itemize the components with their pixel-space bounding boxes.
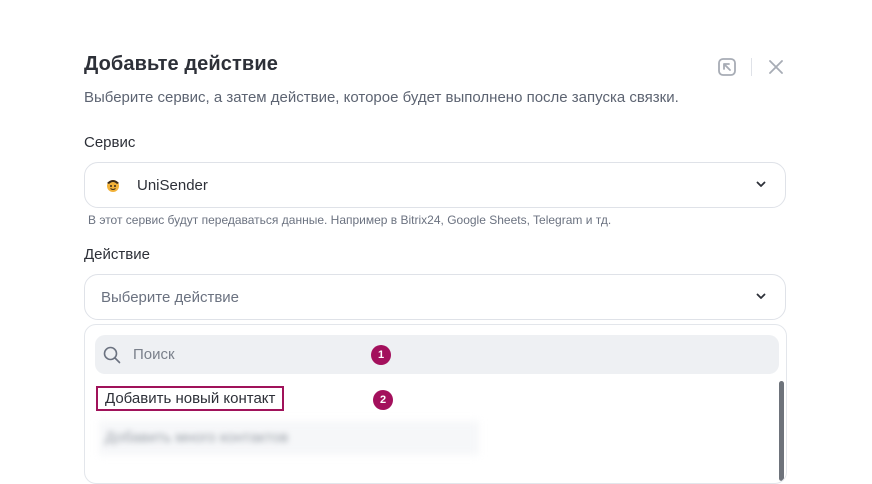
unisender-logo-icon [107,180,119,192]
option-add-new-contact[interactable]: Добавить новый контакт [96,386,285,411]
service-label: Сервис [84,134,136,151]
collapse-icon [718,58,736,76]
chevron-down-icon [756,181,766,187]
add-action-dialog: Добавьте действие Выберите сервис, а зат… [0,0,872,484]
dialog-subtitle: Выберите сервис, а затем действие, котор… [84,89,679,106]
search-box[interactable] [95,335,779,374]
chevron-down-icon [756,293,766,299]
dropdown-scrollbar[interactable] [779,381,784,481]
annotation-badge-1: 1 [371,345,391,365]
option-add-many-contacts[interactable]: Добавить много контактов [105,429,288,446]
service-select[interactable]: UniSender [84,162,786,208]
search-input[interactable] [131,345,695,364]
action-label: Действие [84,246,150,263]
search-icon [103,346,121,363]
dialog-title: Добавьте действие [84,53,278,75]
service-value: UniSender [137,176,208,194]
action-select[interactable]: Выберите действие [84,274,786,320]
action-dropdown: Добавить новый контакт Добавить много ко… [84,324,787,484]
collapse-button[interactable] [715,55,739,79]
action-placeholder: Выберите действие [101,288,240,306]
header-divider [751,58,752,76]
service-hint: В этот сервис будут передаваться данные.… [88,213,612,227]
annotation-badge-2: 2 [373,390,393,410]
close-button[interactable] [764,55,788,79]
close-icon [769,60,783,74]
